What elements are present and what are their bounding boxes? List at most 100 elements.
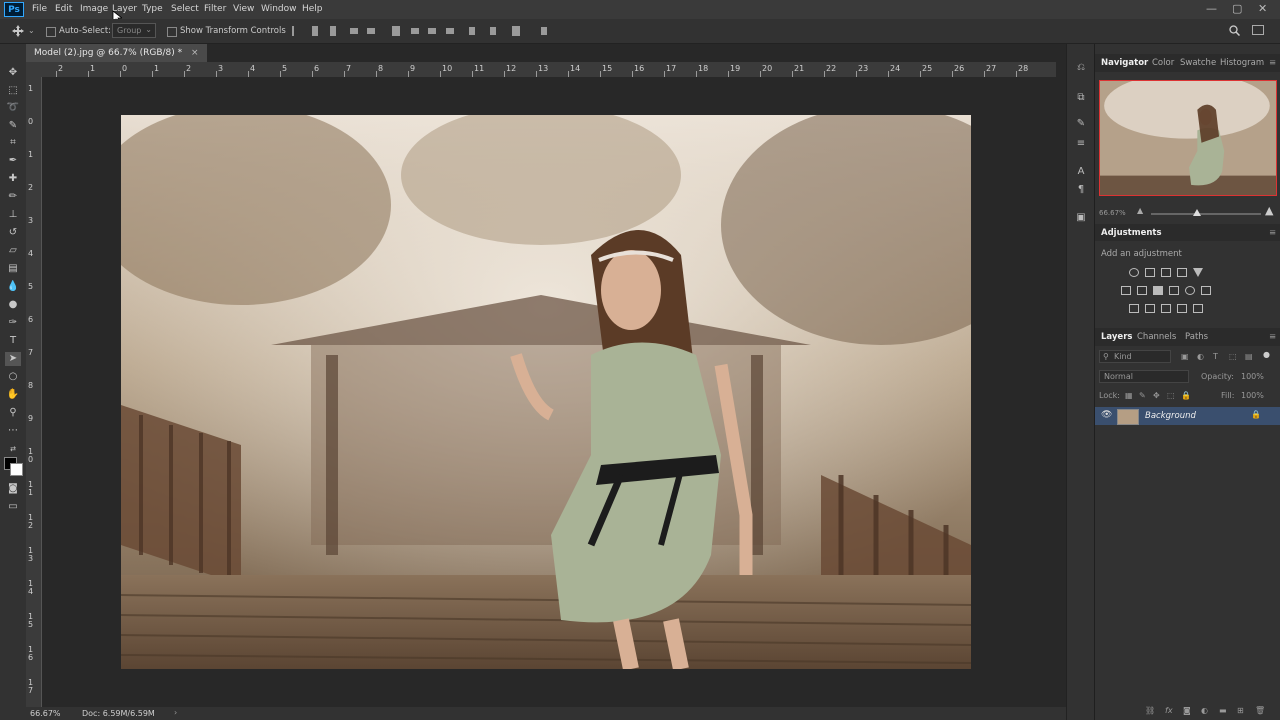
fill-value[interactable]: 100% bbox=[1241, 391, 1264, 400]
filter-type-icon[interactable]: T bbox=[1213, 352, 1218, 361]
properties-panel-icon[interactable]: ⧉ bbox=[1075, 92, 1087, 104]
distribute-right-icon[interactable] bbox=[512, 26, 520, 36]
background-color-swatch[interactable] bbox=[10, 463, 23, 476]
levels-icon[interactable] bbox=[1145, 268, 1155, 277]
new-layer-icon[interactable]: ⊞ bbox=[1237, 706, 1244, 715]
menu-select[interactable]: Select bbox=[171, 4, 199, 14]
tab-navigator[interactable]: Navigator bbox=[1101, 58, 1148, 68]
distribute-left-icon[interactable] bbox=[469, 27, 475, 35]
zoom-tool-icon[interactable]: ⚲ bbox=[5, 406, 21, 420]
color-balance-icon[interactable] bbox=[1137, 286, 1147, 295]
navigator-zoom-slider[interactable] bbox=[1151, 213, 1261, 215]
zoom-in-icon[interactable]: ▲ bbox=[1265, 204, 1273, 217]
menu-view[interactable]: View bbox=[233, 4, 254, 14]
distribute-vcenter-icon[interactable] bbox=[428, 28, 436, 34]
document-tab[interactable]: Model (2).jpg @ 66.7% (RGB/8) * × bbox=[26, 44, 207, 62]
new-adjustment-layer-icon[interactable]: ◐ bbox=[1201, 706, 1208, 715]
filter-adjustment-icon[interactable]: ◐ bbox=[1197, 352, 1204, 361]
lock-all-icon[interactable]: 🔒 bbox=[1181, 391, 1191, 400]
photo-filter-icon[interactable] bbox=[1169, 286, 1179, 295]
align-right-edges-icon[interactable] bbox=[392, 26, 400, 36]
transform-controls-checkbox[interactable] bbox=[167, 27, 177, 37]
opacity-value[interactable]: 100% bbox=[1241, 372, 1264, 381]
layers-menu-icon[interactable]: ≡ bbox=[1269, 332, 1276, 342]
layer-filter-dropdown[interactable]: ⚲ Kind bbox=[1099, 350, 1171, 363]
menu-edit[interactable]: Edit bbox=[55, 4, 72, 14]
layer-name[interactable]: Background bbox=[1145, 411, 1196, 421]
menu-type[interactable]: Type bbox=[142, 4, 163, 14]
gradient-tool-icon[interactable]: ▤ bbox=[5, 262, 21, 276]
ellipse-tool-icon[interactable]: ○ bbox=[5, 370, 21, 384]
color-lookup-icon[interactable] bbox=[1201, 286, 1211, 295]
actions-panel-icon[interactable]: ≡ bbox=[1075, 138, 1087, 150]
character-panel-icon[interactable]: A bbox=[1075, 166, 1087, 178]
delete-layer-icon[interactable]: 🗑 bbox=[1255, 706, 1265, 715]
link-layers-icon[interactable]: ⛓ bbox=[1145, 706, 1155, 715]
clone-stamp-tool-icon[interactable]: ⊥ bbox=[5, 208, 21, 222]
crop-tool-icon[interactable]: ⌗ bbox=[5, 136, 21, 150]
move-tool-icon[interactable]: ✥ bbox=[5, 66, 21, 80]
history-brush-tool-icon[interactable]: ↺ bbox=[5, 226, 21, 240]
navigator-zoom[interactable]: 66.67% bbox=[1099, 209, 1126, 217]
hue-saturation-icon[interactable] bbox=[1121, 286, 1131, 295]
filter-smart-object-icon[interactable]: ▤ bbox=[1245, 352, 1253, 361]
auto-select-dropdown[interactable]: Group ⌄ bbox=[112, 23, 156, 38]
pen-tool-icon[interactable]: ✑ bbox=[5, 316, 21, 330]
quick-select-tool-icon[interactable]: ✎ bbox=[5, 119, 21, 133]
dodge-tool-icon[interactable]: ● bbox=[5, 298, 21, 312]
curves-icon[interactable] bbox=[1161, 268, 1171, 277]
auto-select-checkbox[interactable] bbox=[46, 27, 56, 37]
gradient-map-icon[interactable] bbox=[1177, 304, 1187, 313]
eraser-tool-icon[interactable]: ▱ bbox=[5, 244, 21, 258]
align-vertical-centers-icon[interactable] bbox=[312, 26, 318, 36]
status-arrow-icon[interactable]: › bbox=[174, 708, 177, 717]
screen-mode-icon[interactable]: ▭ bbox=[5, 500, 21, 514]
filter-toggle-icon[interactable]: ● bbox=[1263, 350, 1270, 359]
black-white-icon[interactable] bbox=[1153, 286, 1163, 295]
swap-colors-icon[interactable]: ⇄ bbox=[5, 442, 21, 456]
minimize-button[interactable]: — bbox=[1206, 2, 1217, 15]
posterize-icon[interactable] bbox=[1145, 304, 1155, 313]
lock-transparent-icon[interactable]: ▦ bbox=[1125, 391, 1133, 400]
close-button[interactable]: ✕ bbox=[1258, 2, 1267, 15]
tab-histogram[interactable]: Histogram bbox=[1220, 58, 1268, 68]
tab-swatches[interactable]: Swatches bbox=[1180, 58, 1216, 68]
type-tool-icon[interactable]: T bbox=[5, 334, 21, 348]
lock-artboard-icon[interactable]: ⬚ bbox=[1167, 391, 1175, 400]
move-tool-icon[interactable] bbox=[12, 25, 24, 37]
tool-preset-arrow-icon[interactable]: ⌄ bbox=[28, 26, 35, 35]
layer-row-background[interactable]: 👁 Background 🔒 bbox=[1095, 407, 1280, 425]
distribute-bottom-icon[interactable] bbox=[446, 28, 454, 34]
menu-window[interactable]: Window bbox=[261, 4, 297, 14]
search-icon[interactable] bbox=[1229, 25, 1240, 36]
new-group-icon[interactable]: ▬ bbox=[1219, 706, 1227, 715]
workspace-icon[interactable] bbox=[1252, 25, 1264, 35]
channel-mixer-icon[interactable] bbox=[1185, 286, 1195, 295]
zoom-level[interactable]: 66.67% bbox=[30, 709, 61, 718]
align-left-edges-icon[interactable] bbox=[350, 28, 358, 34]
quick-mask-icon[interactable]: ◙ bbox=[5, 482, 21, 496]
layer-style-icon[interactable]: fx bbox=[1165, 706, 1173, 715]
distribute-top-icon[interactable] bbox=[411, 28, 419, 34]
zoom-out-icon[interactable]: ▲ bbox=[1137, 206, 1143, 215]
more-tools-icon[interactable]: ⋯ bbox=[5, 424, 21, 438]
lasso-tool-icon[interactable]: ➰ bbox=[5, 101, 21, 115]
zoom-slider-handle[interactable] bbox=[1193, 209, 1201, 216]
lock-image-icon[interactable]: ✎ bbox=[1139, 391, 1146, 400]
align-horizontal-centers-icon[interactable] bbox=[367, 28, 375, 34]
invert-icon[interactable] bbox=[1129, 304, 1139, 313]
align-top-edges-icon[interactable] bbox=[292, 26, 294, 36]
marquee-tool-icon[interactable]: ⬚ bbox=[5, 84, 21, 98]
menu-file[interactable]: File bbox=[32, 4, 47, 14]
filter-shape-icon[interactable]: ⬚ bbox=[1229, 352, 1237, 361]
adjustments-title[interactable]: Adjustments bbox=[1101, 228, 1162, 238]
tab-channels[interactable]: Channels bbox=[1137, 332, 1176, 342]
vibrance-icon[interactable] bbox=[1193, 268, 1203, 277]
history-panel-icon[interactable]: ⎌ bbox=[1075, 62, 1087, 74]
path-selection-tool-icon[interactable]: ➤ bbox=[5, 352, 21, 366]
menu-image[interactable]: Image bbox=[80, 4, 108, 14]
blur-tool-icon[interactable]: 💧 bbox=[5, 280, 21, 294]
layer-visibility-eye-icon[interactable]: 👁 bbox=[1101, 410, 1112, 420]
brush-tool-icon[interactable]: ✏ bbox=[5, 190, 21, 204]
hand-tool-icon[interactable]: ✋ bbox=[5, 388, 21, 402]
